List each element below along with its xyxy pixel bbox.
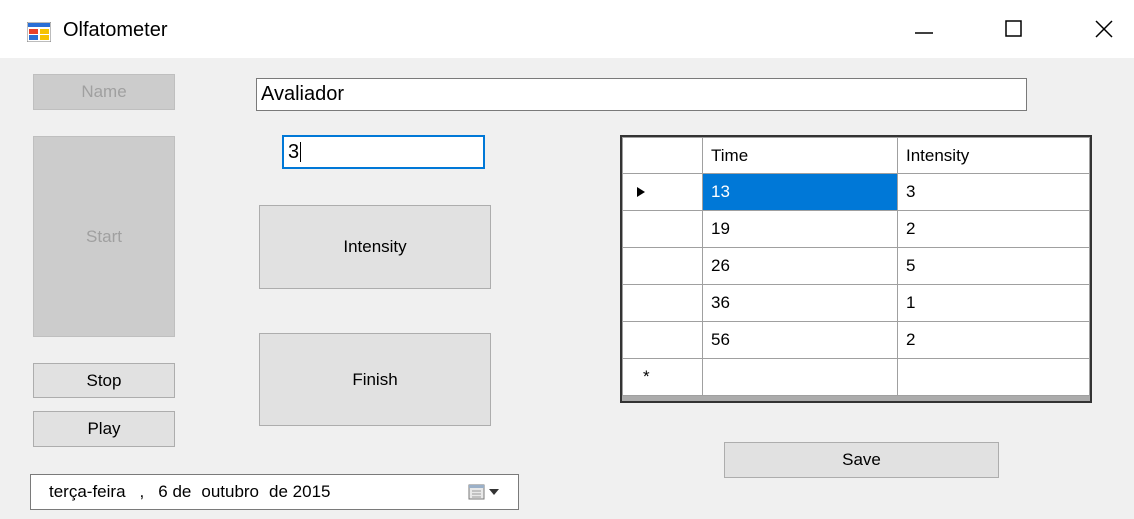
cell-time[interactable]: 19 xyxy=(702,210,898,248)
title-bar: Olfatometer xyxy=(0,0,1134,58)
column-header-time[interactable]: Time xyxy=(702,137,898,174)
date-year[interactable]: de 2015 xyxy=(269,482,330,502)
minimize-icon xyxy=(915,32,933,34)
row-header-corner xyxy=(622,137,703,174)
close-icon xyxy=(1095,20,1113,38)
new-row-marker: * xyxy=(643,367,650,386)
evaluator-name-value: Avaliador xyxy=(261,83,345,105)
date-day[interactable]: 6 de xyxy=(158,482,191,502)
current-row-arrow-icon xyxy=(637,187,645,197)
cell-time[interactable]: 56 xyxy=(702,321,898,359)
cell-intensity[interactable]: 3 xyxy=(897,173,1090,211)
cell-time[interactable]: 26 xyxy=(702,247,898,285)
row-header[interactable] xyxy=(622,321,703,359)
table-row[interactable]: 56 2 xyxy=(622,321,1090,359)
table-row[interactable]: 19 2 xyxy=(622,210,1090,248)
row-header[interactable] xyxy=(622,210,703,248)
new-row[interactable]: * xyxy=(622,358,1090,396)
table-row[interactable]: 13 3 xyxy=(622,173,1090,211)
row-header[interactable] xyxy=(622,247,703,285)
new-row-header[interactable]: * xyxy=(622,358,703,396)
table-row[interactable]: 26 5 xyxy=(622,247,1090,285)
intensity-input[interactable]: 3 xyxy=(282,135,485,169)
cell-time[interactable]: 13 xyxy=(702,173,898,211)
cell-intensity[interactable]: 2 xyxy=(897,210,1090,248)
date-picker[interactable]: terça-feira , 6 de outubro de 2015 xyxy=(30,474,519,510)
chevron-down-icon xyxy=(489,489,499,495)
close-button[interactable] xyxy=(1075,0,1133,58)
cell-intensity[interactable]: 5 xyxy=(897,247,1090,285)
save-button[interactable]: Save xyxy=(724,442,999,478)
date-weekday[interactable]: terça-feira xyxy=(49,482,126,502)
intensity-input-value: 3 xyxy=(288,140,300,163)
date-month[interactable]: outubro xyxy=(201,482,259,502)
row-header[interactable] xyxy=(622,173,703,211)
maximize-icon xyxy=(1005,20,1022,37)
play-button[interactable]: Play xyxy=(33,411,175,447)
stop-button[interactable]: Stop xyxy=(33,363,175,398)
row-header[interactable] xyxy=(622,284,703,322)
app-form-icon xyxy=(27,22,51,42)
finish-button[interactable]: Finish xyxy=(259,333,491,426)
calendar-icon xyxy=(468,484,485,500)
data-grid-table: Time Intensity 13 3 19 2 26 5 36 1 56 2 … xyxy=(622,137,1090,396)
cell-time[interactable]: 36 xyxy=(702,284,898,322)
new-cell-time[interactable] xyxy=(702,358,898,396)
window-title: Olfatometer xyxy=(63,19,168,41)
evaluator-name-input[interactable]: Avaliador xyxy=(256,78,1027,111)
grid-header-row: Time Intensity xyxy=(622,137,1090,174)
data-grid[interactable]: Time Intensity 13 3 19 2 26 5 36 1 56 2 … xyxy=(620,135,1092,403)
column-header-intensity[interactable]: Intensity xyxy=(897,137,1090,174)
maximize-button[interactable] xyxy=(985,0,1043,58)
start-button[interactable]: Start xyxy=(33,136,175,337)
calendar-dropdown-button[interactable] xyxy=(468,483,500,501)
date-separator: , xyxy=(139,482,145,501)
name-button[interactable]: Name xyxy=(33,74,175,110)
intensity-button[interactable]: Intensity xyxy=(259,205,491,289)
table-row[interactable]: 36 1 xyxy=(622,284,1090,322)
text-caret xyxy=(300,142,302,162)
cell-intensity[interactable]: 1 xyxy=(897,284,1090,322)
minimize-button[interactable] xyxy=(895,0,953,58)
cell-intensity[interactable]: 2 xyxy=(897,321,1090,359)
new-cell-intensity[interactable] xyxy=(897,358,1090,396)
